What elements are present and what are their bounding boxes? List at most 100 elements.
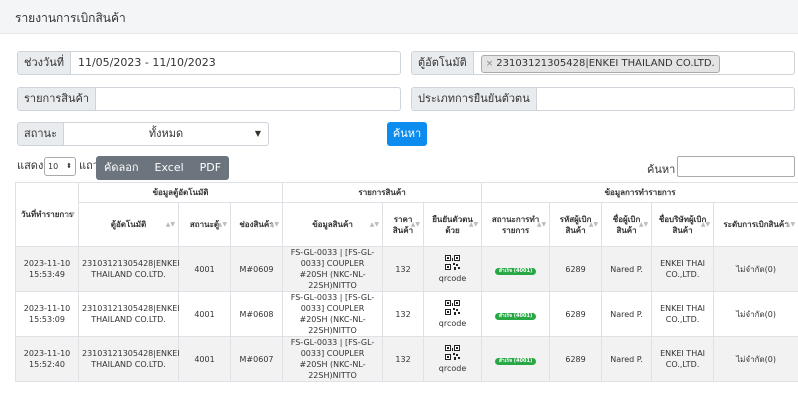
sort-icon: ▲▼: [369, 220, 380, 228]
cell-level: ไม่จำกัด(0): [713, 291, 798, 337]
date-range-label: ช่วงวันที่: [18, 52, 71, 74]
copy-button[interactable]: คัดลอก: [96, 156, 147, 180]
col-header-price[interactable]: ราคาสินค้า ▲▼: [382, 202, 425, 247]
date-range-input[interactable]: 11/05/2023 - 11/10/2023: [71, 52, 400, 74]
cell-date: 2023-11-10 15:53:49: [15, 246, 79, 292]
sort-arrows-icon: ⬍: [66, 162, 72, 170]
group-header-transaction: ข้อมูลการทำรายการ: [481, 182, 798, 203]
cell-item: FS-GL-0033 | [FS-GL-0033] COUPLER #20SH …: [282, 291, 384, 337]
sort-icon: ▲▼: [468, 220, 479, 228]
cell-item: FS-GL-0033 | [FS-GL-0033] COUPLER #20SH …: [282, 246, 384, 292]
date-range-group: ช่วงวันที่ 11/05/2023 - 11/10/2023: [17, 51, 401, 75]
page-header: รายงานการเบิกสินค้า: [0, 0, 798, 34]
cell-user-code: 6289: [549, 246, 603, 292]
col-header-item[interactable]: ข้อมูลสินค้า ▲▼: [282, 202, 384, 247]
cell-status-badge: สำเร็จ (4001): [481, 291, 551, 337]
cell-user-code: 6289: [549, 336, 603, 382]
col-header-label: ข้อมูลสินค้า: [312, 220, 353, 229]
col-header-user-code[interactable]: รหัสผู้เบิกสินค้า ▲▼: [549, 202, 603, 247]
page-length-select[interactable]: 10 ⬍: [44, 157, 76, 176]
cell-price: 132: [382, 336, 425, 382]
qrcode-icon: [445, 254, 461, 270]
cell-level: ไม่จำกัด(0): [713, 246, 798, 292]
cell-confirm-by: qrcode: [423, 336, 483, 382]
cell-date: 2023-11-10 15:52:40: [15, 336, 79, 382]
qrcode-icon: [445, 299, 461, 315]
group-header-machine: ข้อมูลตู้อัตโนมัติ: [77, 182, 284, 203]
sort-icon: ▲▼: [65, 210, 75, 218]
col-header-machine[interactable]: ตู้อัตโนมัติ ▲▼: [78, 202, 179, 247]
page-length-value: 10: [48, 162, 59, 171]
confirm-type-input[interactable]: [537, 88, 794, 110]
show-label: แสดง: [17, 159, 44, 172]
confirm-type-label: ประเภทการยืนยันตัวตน: [412, 88, 537, 110]
qrcode-icon: [445, 344, 461, 360]
col-header-label: รหัสผู้เบิกสินค้า: [559, 214, 592, 235]
cell-slot: M#0609: [229, 246, 284, 292]
status-badge: สำเร็จ (4001): [494, 267, 537, 275]
cell-user-name: Nared P.: [601, 291, 653, 337]
cell-item: FS-GL-0033 | [FS-GL-0033] COUPLER #20SH …: [282, 336, 384, 382]
excel-button[interactable]: Excel: [147, 156, 192, 180]
col-header-machine-status[interactable]: สถานะตู้ ▲▼: [178, 202, 231, 247]
confirm-method-label: qrcode: [438, 363, 467, 373]
col-header-label: ตู้อัตโนมัติ: [110, 220, 147, 229]
cell-machine-status: 4001: [178, 246, 231, 292]
col-header-label: ระดับการเบิกสินค้า: [723, 220, 789, 229]
cell-level: ไม่จำกัด(0): [713, 336, 798, 382]
col-header-tx-status[interactable]: สถานะการทำรายการ ▲▼: [481, 202, 551, 247]
status-group: สถานะ ทั้งหมด ▼: [17, 122, 269, 146]
sort-icon: ▲▼: [165, 220, 175, 228]
cell-user-name: Nared P.: [601, 336, 653, 382]
col-header-company[interactable]: ชื่อบริษัทผู้เบิกสินค้า ▲▼: [651, 202, 715, 247]
cell-machine: 23103121305428|ENKEI THAILAND CO.LTD.: [78, 336, 180, 382]
sort-icon: ▲▼: [536, 220, 547, 228]
cell-user-name: Nared P.: [601, 246, 653, 292]
sort-icon: ▲▼: [269, 220, 280, 228]
locker-select[interactable]: × 23103121305428|ENKEI THAILAND CO.LTD.: [474, 52, 794, 74]
cell-confirm-by: qrcode: [423, 246, 483, 292]
status-select[interactable]: ทั้งหมด ▼: [64, 123, 268, 145]
sort-icon: ▲▼: [217, 220, 227, 228]
report-table: วันที่ทำรายการ ▲▼ ข้อมูลตู้อัตโนมัติ รายก…: [15, 182, 798, 382]
locker-group: ตู้อัตโนมัติ × 23103121305428|ENKEI THAIL…: [411, 51, 795, 75]
status-badge: สำเร็จ (4001): [494, 312, 537, 320]
col-header-slot[interactable]: ช่องสินค้า ▲▼: [229, 202, 284, 247]
item-label: รายการสินค้า: [18, 88, 97, 110]
col-header-label: ชื่อผู้เบิกสินค้า: [612, 214, 641, 235]
cell-machine-status: 4001: [178, 291, 231, 337]
col-header-level[interactable]: ระดับการเบิกสินค้า ▲▼: [713, 202, 798, 247]
cell-status-badge: สำเร็จ (4001): [481, 336, 551, 382]
pdf-button[interactable]: PDF: [192, 156, 229, 180]
export-button-group: คัดลอก Excel PDF: [96, 156, 230, 180]
table-row: 2023-11-10 15:52:40 23103121305428|ENKEI …: [15, 336, 798, 382]
group-header-items: รายการสินค้า: [282, 182, 483, 203]
sort-icon: ▲▼: [785, 220, 796, 228]
item-group: รายการสินค้า: [17, 87, 401, 111]
sort-icon: ▲▼: [410, 220, 421, 228]
confirm-method-label: qrcode: [438, 318, 467, 328]
col-header-user-name[interactable]: ชื่อผู้เบิกสินค้า ▲▼: [601, 202, 653, 247]
chevron-down-icon: ▼: [254, 129, 261, 138]
cell-status-badge: สำเร็จ (4001): [481, 246, 551, 292]
cell-machine-status: 4001: [178, 336, 231, 382]
sort-icon: ▲▼: [700, 220, 711, 228]
sort-icon: ▲▼: [588, 220, 599, 228]
page-title: รายงานการเบิกสินค้า: [15, 11, 126, 25]
col-header-confirm-by[interactable]: ยืนยันตัวตนด้วย ▲▼: [423, 202, 483, 247]
cell-date: 2023-11-10 15:53:09: [15, 291, 79, 337]
col-header-date[interactable]: วันที่ทำรายการ ▲▼: [15, 182, 79, 247]
col-header-label: ยืนยันตัวตนด้วย: [432, 214, 473, 235]
item-input[interactable]: [96, 88, 400, 110]
cell-price: 132: [382, 246, 425, 292]
cell-company: ENKEI THAI CO.,LTD.: [651, 246, 715, 292]
locker-label: ตู้อัตโนมัติ: [412, 52, 474, 74]
status-badge: สำเร็จ (4001): [494, 357, 537, 365]
locker-tag: × 23103121305428|ENKEI THAILAND CO.LTD.: [480, 55, 720, 73]
close-icon[interactable]: ×: [486, 59, 494, 69]
col-header-label: ชื่อบริษัทผู้เบิกสินค้า: [658, 214, 707, 235]
search-button[interactable]: ค้นหา: [387, 122, 427, 146]
status-label: สถานะ: [18, 123, 64, 145]
locker-tag-label: 23103121305428|ENKEI THAILAND CO.LTD.: [496, 58, 715, 69]
table-search-input[interactable]: [677, 156, 795, 177]
